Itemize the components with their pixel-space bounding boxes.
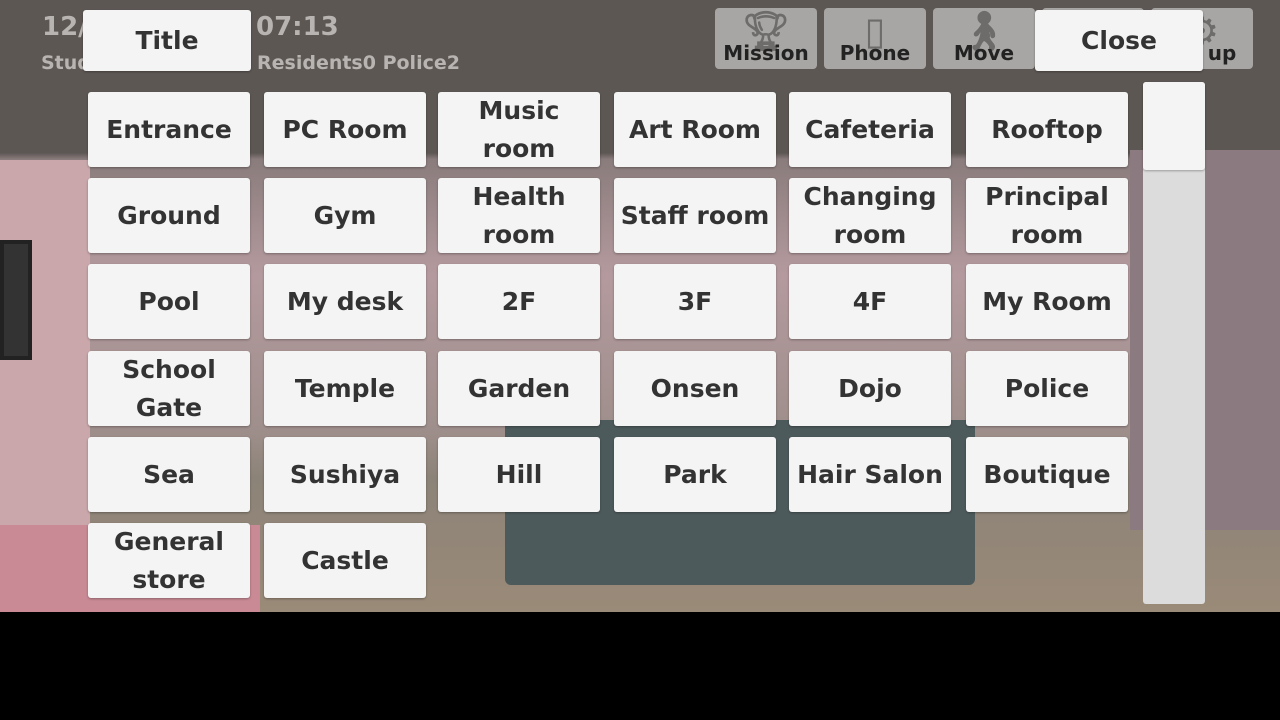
button-label: Mission bbox=[723, 41, 809, 65]
location-button[interactable]: Police bbox=[966, 351, 1128, 426]
location-button[interactable]: Cafeteria bbox=[789, 92, 951, 167]
location-button[interactable]: Entrance bbox=[88, 92, 250, 167]
location-button[interactable]: Health room bbox=[438, 178, 600, 253]
location-button[interactable]: 2F bbox=[438, 264, 600, 339]
location-button[interactable]: Hair Salon bbox=[789, 437, 951, 512]
location-button[interactable]: Castle bbox=[264, 523, 426, 598]
hud-counts: Residents0 Police2 bbox=[257, 52, 460, 74]
location-button[interactable]: Park bbox=[614, 437, 776, 512]
location-button[interactable]: My desk bbox=[264, 264, 426, 339]
button-label: Phone bbox=[839, 41, 911, 65]
location-button[interactable]: Onsen bbox=[614, 351, 776, 426]
title-button[interactable]: Title bbox=[83, 10, 251, 71]
location-button[interactable]: Staff room bbox=[614, 178, 776, 253]
hud-date: 12/ bbox=[42, 12, 88, 42]
hud-time: 07:13 bbox=[256, 12, 339, 42]
location-button[interactable]: Dojo bbox=[789, 351, 951, 426]
phone-button[interactable]: ▯ Phone bbox=[824, 8, 926, 69]
picture-frame bbox=[0, 240, 32, 360]
location-button[interactable]: Gym bbox=[264, 178, 426, 253]
location-button[interactable]: Principal room bbox=[966, 178, 1128, 253]
mission-button[interactable]: 🏆︎ Mission bbox=[715, 8, 817, 69]
location-button[interactable]: Sea bbox=[88, 437, 250, 512]
location-button[interactable]: 3F bbox=[614, 264, 776, 339]
button-label: Move bbox=[953, 41, 1015, 65]
move-button[interactable]: 🚶︎ Move bbox=[933, 8, 1035, 69]
location-button[interactable]: PC Room bbox=[264, 92, 426, 167]
close-button[interactable]: Close bbox=[1035, 10, 1203, 71]
location-button[interactable]: Pool bbox=[88, 264, 250, 339]
location-button[interactable]: Changing room bbox=[789, 178, 951, 253]
location-button[interactable]: School Gate bbox=[88, 351, 250, 426]
location-button[interactable]: Ground bbox=[88, 178, 250, 253]
scrollbar-thumb[interactable] bbox=[1143, 82, 1205, 170]
location-button[interactable]: Art Room bbox=[614, 92, 776, 167]
location-button[interactable]: My Room bbox=[966, 264, 1128, 339]
location-button[interactable]: General store bbox=[88, 523, 250, 598]
location-button[interactable]: Rooftop bbox=[966, 92, 1128, 167]
location-button[interactable]: Hill bbox=[438, 437, 600, 512]
location-button[interactable]: Temple bbox=[264, 351, 426, 426]
location-button[interactable]: Garden bbox=[438, 351, 600, 426]
location-button[interactable]: Boutique bbox=[966, 437, 1128, 512]
scrollbar[interactable] bbox=[1143, 82, 1205, 604]
location-button[interactable]: 4F bbox=[789, 264, 951, 339]
location-button[interactable]: Music room bbox=[438, 92, 600, 167]
location-button[interactable]: Sushiya bbox=[264, 437, 426, 512]
